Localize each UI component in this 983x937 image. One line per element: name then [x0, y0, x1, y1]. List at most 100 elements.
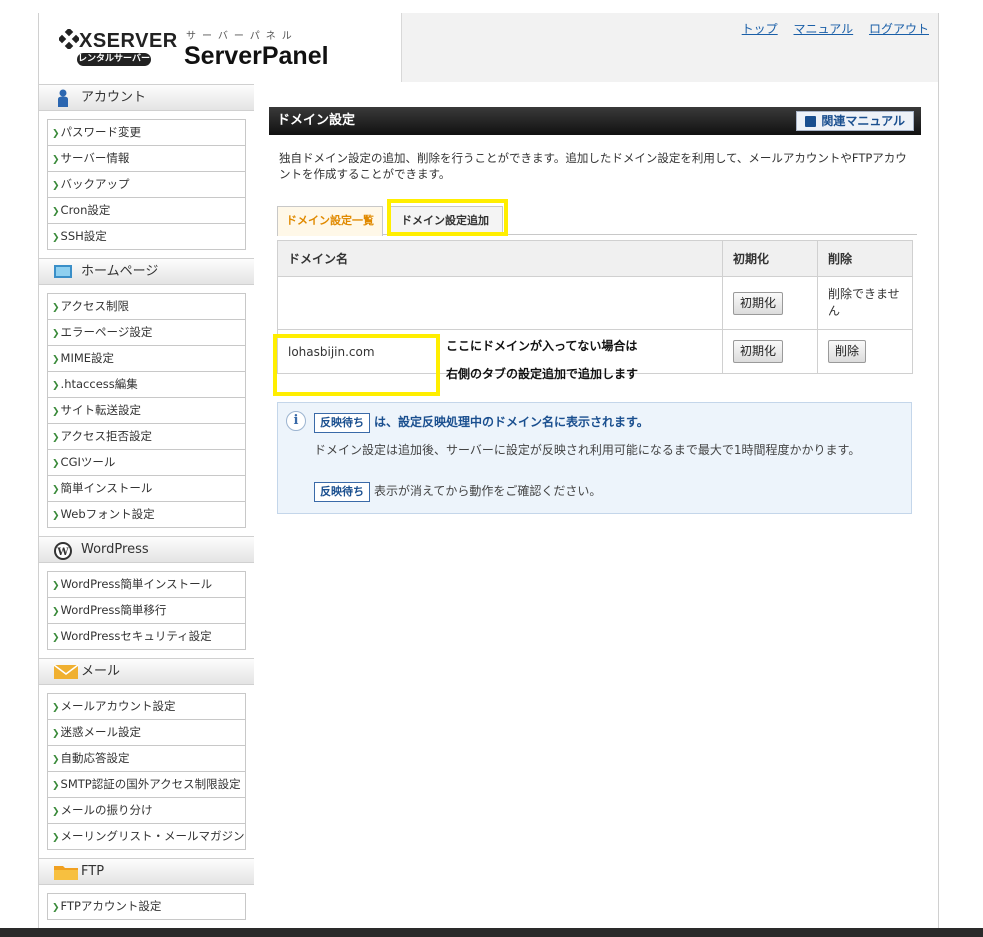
sidebar-item-label: メールアカウント設定 — [60, 699, 176, 713]
info-icon: i — [286, 411, 306, 431]
sidebar-item[interactable]: ❯サーバー情報 — [48, 146, 245, 172]
monitor-icon — [53, 263, 73, 281]
init-button[interactable]: 初期化 — [733, 340, 784, 363]
sidebar-item[interactable]: ❯アクセス制限 — [48, 294, 245, 320]
sidebar-item-label: サイト転送設定 — [60, 403, 142, 417]
logout-link[interactable]: ログアウト — [869, 22, 929, 36]
delete-button[interactable]: 削除 — [828, 340, 867, 363]
annotation-line: ここにドメインが入ってない場合は — [446, 339, 638, 353]
sidebar-item-label: アクセス拒否設定 — [60, 429, 152, 443]
arrow-icon: ❯ — [52, 207, 60, 217]
page-title-bar: ドメイン設定 関連マニュアル — [269, 107, 921, 135]
sidebar-item[interactable]: ❯メールの振り分け — [48, 798, 245, 824]
related-manual-button[interactable]: 関連マニュアル — [796, 111, 914, 131]
sidebar-item[interactable]: ❯MIME設定 — [48, 346, 245, 372]
sidebar-item-label: .htaccess編集 — [60, 377, 138, 391]
tab-highlight-box — [387, 199, 508, 236]
svg-text:W: W — [56, 547, 69, 558]
panel-kana: サーバーパネル — [186, 31, 298, 42]
sidebar-item[interactable]: ❯エラーページ設定 — [48, 320, 245, 346]
sidebar-item[interactable]: ❯自動応答設定 — [48, 746, 245, 772]
arrow-icon: ❯ — [52, 807, 60, 817]
sidebar-item[interactable]: ❯WordPress簡単移行 — [48, 598, 245, 624]
tab-domain-list[interactable]: ドメイン設定一覧 — [277, 206, 383, 236]
arrow-icon: ❯ — [52, 155, 60, 165]
page-description: 独自ドメイン設定の追加、削除を行うことができます。追加したドメイン設定を利用して… — [279, 151, 907, 181]
sidebar-item-label: メールの振り分け — [60, 803, 153, 817]
sidebar-item[interactable]: ❯CGIツール — [48, 450, 245, 476]
info-box: i 反映待ち は、設定反映処理中のドメイン名に表示されます。 ドメイン設定は追加後… — [277, 402, 912, 514]
manual-link[interactable]: マニュアル — [794, 22, 854, 36]
sidebar-item[interactable]: ❯SMTP認証の国外アクセス制限設定 — [48, 772, 245, 798]
sidebar-section: W WordPress ❯WordPress簡単インストール ❯WordPress簡単… — [39, 536, 254, 650]
header-init: 初期化 — [722, 240, 818, 277]
sidebar-item-label: 簡単インストール — [60, 481, 153, 495]
sidebar-item[interactable]: ❯サイト転送設定 — [48, 398, 245, 424]
related-manual-label: 関連マニュアル — [821, 114, 905, 128]
sidebar-item[interactable]: ❯WordPress簡単インストール — [48, 572, 245, 598]
sidebar-item[interactable]: ❯WordPressセキュリティ設定 — [48, 624, 245, 650]
sidebar-item-label: 迷惑メール設定 — [60, 725, 142, 739]
sidebar-section-header: メール — [39, 658, 254, 685]
sidebar-section-header: ホームページ — [39, 258, 254, 285]
sidebar-section-title: FTP — [81, 864, 105, 879]
sidebar-section-header: FTP — [39, 858, 254, 885]
sidebar-section-title: ホームページ — [81, 264, 159, 279]
sidebar-item[interactable]: ❯メーリングリスト・メールマガジン — [48, 824, 245, 850]
info-line-2: ドメイン設定は追加後、サーバーに設定が反映され利用可能になるまで最大で1時間程度… — [314, 443, 861, 457]
sidebar-item[interactable]: ❯Cron設定 — [48, 198, 245, 224]
book-icon — [805, 116, 817, 127]
sidebar-item-label: WordPress簡単インストール — [60, 577, 213, 591]
sidebar-section: メール ❯メールアカウント設定 ❯迷惑メール設定 ❯自動応答設定 ❯SMTP認証の国外ア… — [39, 658, 254, 850]
header: XSERVER レンタルサーバー サーバーパネル ServerPanel トップ… — [39, 13, 938, 82]
brand-badge: レンタルサーバー — [77, 53, 151, 66]
arrow-icon: ❯ — [52, 903, 60, 913]
sidebar-item-label: Webフォント設定 — [60, 507, 155, 521]
sidebar-item[interactable]: ❯アクセス拒否設定 — [48, 424, 245, 450]
arrow-icon: ❯ — [52, 511, 60, 521]
sidebar-item[interactable]: ❯SSH設定 — [48, 224, 245, 250]
wordpress-icon: W — [53, 541, 73, 560]
tab-bar: ドメイン設定一覧 ドメイン設定追加 — [277, 199, 917, 236]
os-taskbar — [0, 928, 983, 937]
sidebar-item[interactable]: ❯簡単インストール — [48, 476, 245, 502]
panel-frame: XSERVER レンタルサーバー サーバーパネル ServerPanel トップ… — [38, 13, 939, 928]
table-header-row: ドメイン名 初期化 削除 — [277, 240, 913, 277]
arrow-icon: ❯ — [52, 581, 60, 591]
top-links: トップ マニュアル ログアウト — [730, 20, 929, 37]
arrow-icon: ❯ — [52, 355, 60, 365]
domain-highlight-box — [273, 334, 440, 396]
sidebar-section-title: メール — [81, 664, 121, 679]
arrow-icon: ❯ — [52, 633, 60, 643]
arrow-icon: ❯ — [52, 833, 60, 843]
sidebar-item[interactable]: ❯迷惑メール設定 — [48, 720, 245, 746]
sidebar-item[interactable]: ❯FTPアカウント設定 — [48, 894, 245, 920]
arrow-icon: ❯ — [52, 129, 60, 139]
header-delete: 削除 — [817, 240, 913, 277]
delete-unavailable-text: 削除できません — [817, 276, 913, 330]
sidebar-item-label: WordPress簡単移行 — [60, 603, 167, 617]
info-line-1-text: は、設定反映処理中のドメイン名に表示されます。 — [374, 415, 649, 429]
sidebar-section: FTP ❯FTPアカウント設定 — [39, 858, 254, 920]
sidebar-section: ホームページ ❯アクセス制限 ❯エラーページ設定 ❯MIME設定 ❯.htaccess編… — [39, 258, 254, 528]
sidebar-item[interactable]: ❯パスワード変更 — [48, 120, 245, 146]
arrow-icon: ❯ — [52, 703, 60, 713]
sidebar: アカウント ❯パスワード変更 ❯サーバー情報 ❯バックアップ ❯Cron設定 ❯SSH設定… — [39, 84, 254, 928]
sidebar-item[interactable]: ❯Webフォント設定 — [48, 502, 245, 528]
sidebar-item[interactable]: ❯.htaccess編集 — [48, 372, 245, 398]
arrow-icon: ❯ — [52, 433, 60, 443]
logo-area: XSERVER レンタルサーバー サーバーパネル ServerPanel — [39, 13, 401, 82]
sidebar-item-label: SSH設定 — [60, 229, 107, 243]
arrow-icon: ❯ — [52, 485, 60, 495]
page-title: ドメイン設定 — [277, 113, 356, 128]
top-link[interactable]: トップ — [742, 22, 778, 36]
sidebar-item-label: SMTP認証の国外アクセス制限設定 — [60, 777, 241, 791]
table-row: 初期化 削除できません — [277, 276, 913, 330]
sidebar-section-title: WordPress — [81, 542, 149, 557]
sidebar-item[interactable]: ❯バックアップ — [48, 172, 245, 198]
panel-title: ServerPanel — [184, 42, 329, 70]
sidebar-item-label: CGIツール — [60, 455, 116, 469]
sidebar-item[interactable]: ❯メールアカウント設定 — [48, 694, 245, 720]
sidebar-item-label: メーリングリスト・メールマガジン — [60, 829, 245, 843]
init-button[interactable]: 初期化 — [733, 291, 784, 315]
